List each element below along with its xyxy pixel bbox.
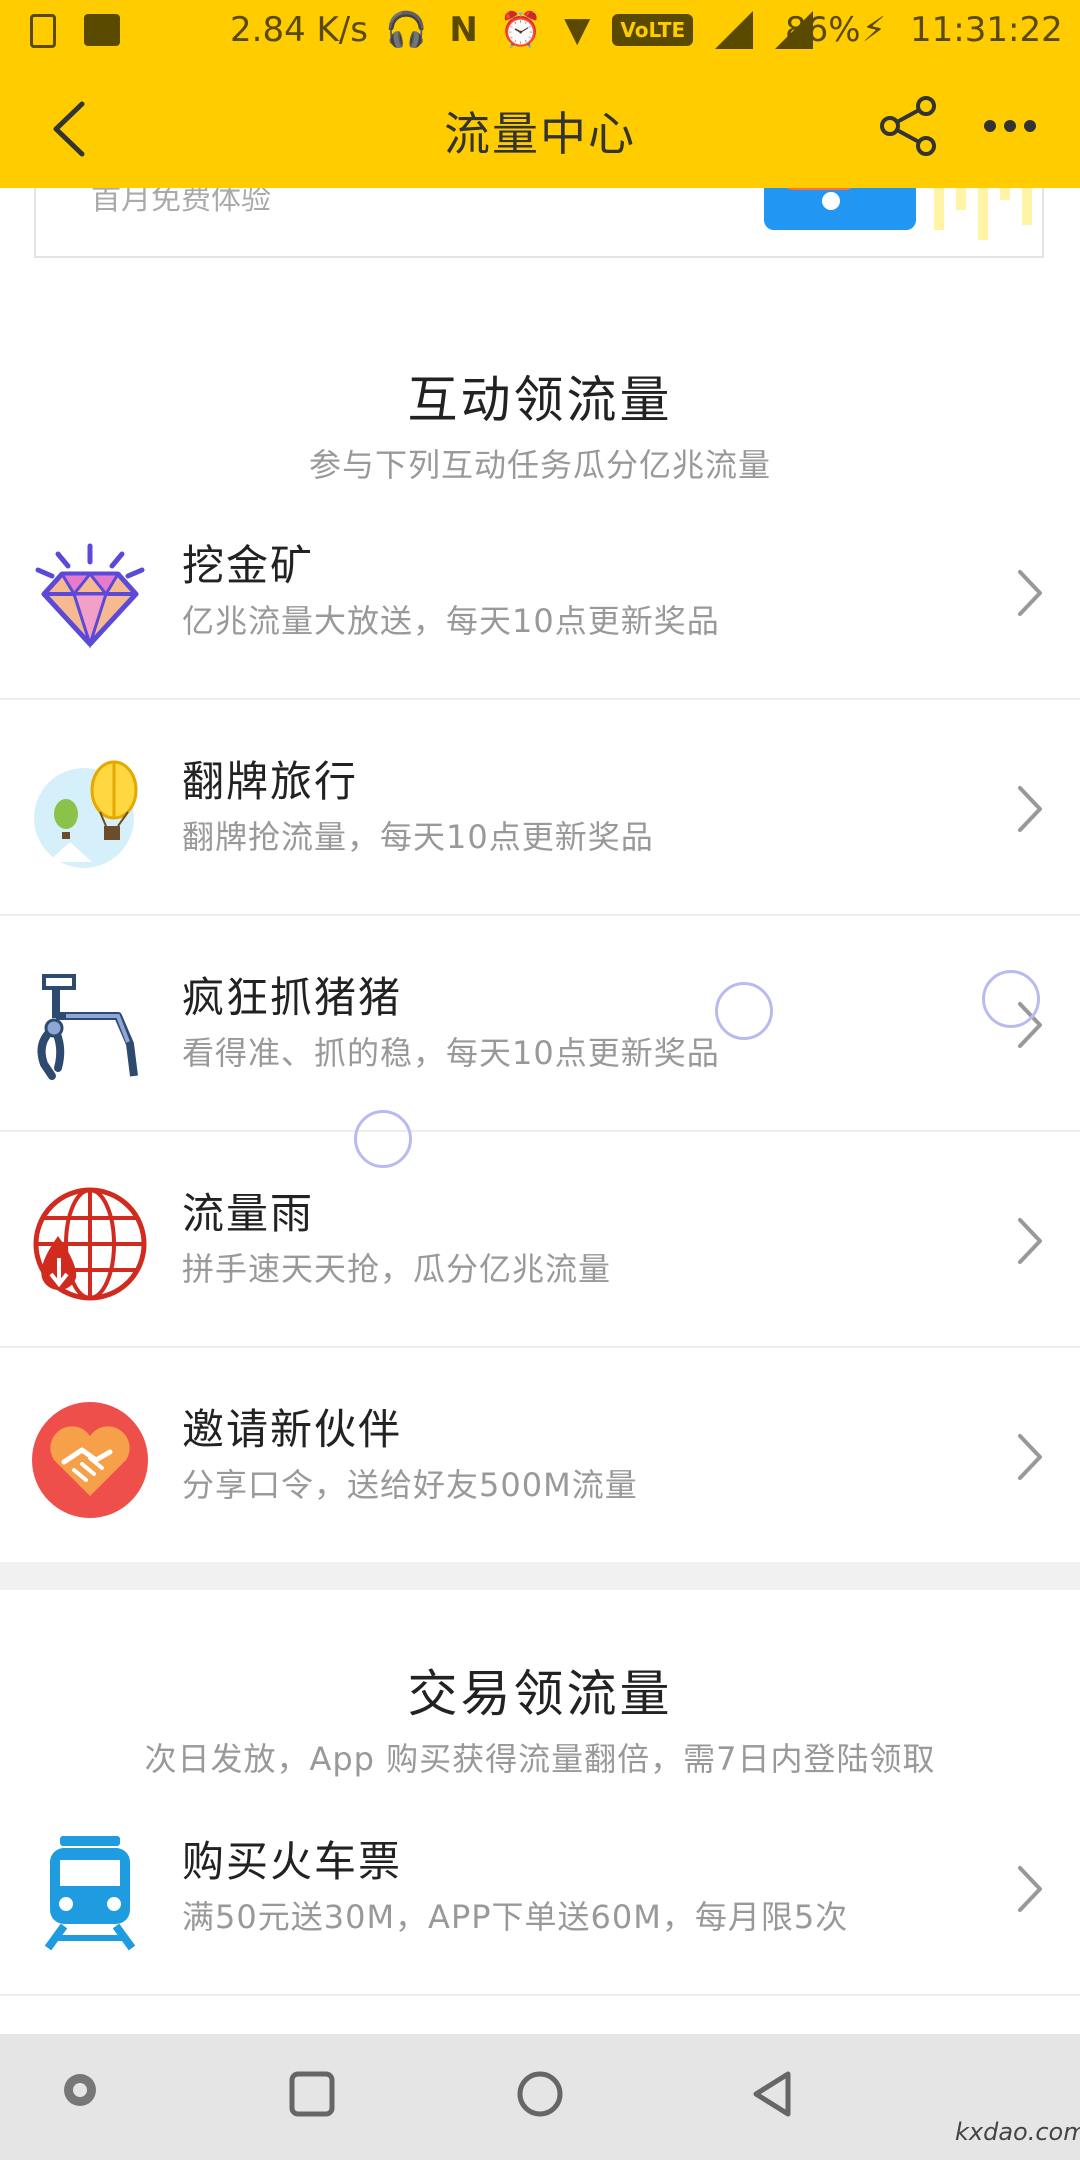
headphones-icon: 🎧 (385, 10, 428, 50)
claw-machine-icon (37, 974, 138, 1080)
train-icon (44, 1836, 136, 1951)
section-subtitle-interactive: 参与下列互动任务瓜分亿兆流量 (308, 446, 771, 484)
chevron-right-icon (1018, 1218, 1042, 1264)
list-item-train-ticket[interactable]: 购买火车票 满50元送30M，APP下单送60M，每月限5次 (0, 1780, 1080, 1996)
item-desc: 亿兆流量大放送，每天10点更新奖品 (182, 602, 720, 640)
title-bar: 流量中心 (0, 70, 1080, 188)
touch-indicator (715, 982, 773, 1040)
share-icon[interactable] (876, 94, 940, 158)
touch-indicator (982, 970, 1040, 1028)
battery-level: 86% (785, 10, 861, 50)
item-desc: 翻牌抢流量，每天10点更新奖品 (182, 818, 654, 856)
section-title-interactive: 互动领流量 (407, 371, 673, 429)
list-item-dig-gold[interactable]: 挖金矿 亿兆流量大放送，每天10点更新奖品 (0, 484, 1080, 700)
item-name: 疯狂抓猪猪 (182, 973, 403, 1022)
item-desc: 满50元送30M，APP下单送60M，每月限5次 (182, 1898, 849, 1936)
more-options-icon[interactable] (978, 94, 1042, 158)
section-subtitle-trade: 次日发放，App 购买获得流量翻倍，需7日内登陆领取 (144, 1740, 936, 1778)
hot-air-balloon-icon (34, 760, 138, 868)
chevron-right-icon (1018, 786, 1042, 832)
chevron-right-icon (1018, 1434, 1042, 1480)
recents-icon[interactable] (288, 2070, 336, 2118)
list-item-traffic-rain[interactable]: 流量雨 拼手速天天抢，瓜分亿兆流量 (0, 1132, 1080, 1348)
chevron-right-icon (1018, 1866, 1042, 1912)
network-speed: 2.84 K/s (230, 10, 368, 50)
item-desc: 看得准、抓的稳，每天10点更新奖品 (182, 1034, 720, 1072)
item-name: 翻牌旅行 (182, 757, 359, 806)
volte-badge: VoLTE (612, 14, 694, 46)
home-icon[interactable] (516, 2070, 564, 2118)
list-item-card-travel[interactable]: 翻牌旅行 翻牌抢流量，每天10点更新奖品 (0, 700, 1080, 916)
status-bar: 2.84 K/s 🎧 N ⏰ ▼ VoLTE 86% ⚡ 11:31:22 (0, 0, 1080, 64)
signal-icon (715, 11, 754, 49)
nfc-icon: N (449, 10, 478, 50)
item-name: 流量雨 (182, 1189, 315, 1238)
list-item-invite-partner[interactable]: 邀请新伙伴 分享口令，送给好友500M流量 (0, 1348, 1080, 1564)
download-notification-icon (30, 14, 56, 48)
item-name: 购买火车票 (182, 1837, 403, 1886)
charging-icon: ⚡ (862, 10, 886, 50)
alarm-icon: ⏰ (499, 10, 543, 50)
section-title-trade: 交易领流量 (407, 1665, 673, 1723)
assistant-dot-icon[interactable] (60, 2070, 100, 2110)
item-name: 邀请新伙伴 (182, 1405, 403, 1454)
handshake-heart-icon (32, 1402, 148, 1518)
app-header: 2.84 K/s 🎧 N ⏰ ▼ VoLTE 86% ⚡ 11:31:22 流量… (0, 0, 1080, 188)
diamond-icon (35, 543, 145, 649)
item-desc: 拼手速天天抢，瓜分亿兆流量 (182, 1250, 612, 1288)
clock: 11:31:22 (910, 10, 1063, 50)
watermark: kxdao.com (955, 2118, 1080, 2146)
wifi-icon: ▼ (564, 10, 591, 50)
item-name: 挖金矿 (182, 541, 315, 590)
globe-download-icon (33, 1187, 147, 1301)
list-item-catch-pig[interactable]: 疯狂抓猪猪 看得准、抓的稳，每天10点更新奖品 (0, 916, 1080, 1132)
item-desc: 分享口令，送给好友500M流量 (182, 1466, 638, 1504)
back-nav-icon[interactable] (748, 2070, 796, 2118)
touch-indicator (354, 1110, 412, 1168)
chevron-right-icon (1018, 570, 1042, 616)
system-nav-bar (0, 2034, 1080, 2160)
image-notification-icon (84, 14, 120, 46)
section-divider (0, 1562, 1080, 1590)
